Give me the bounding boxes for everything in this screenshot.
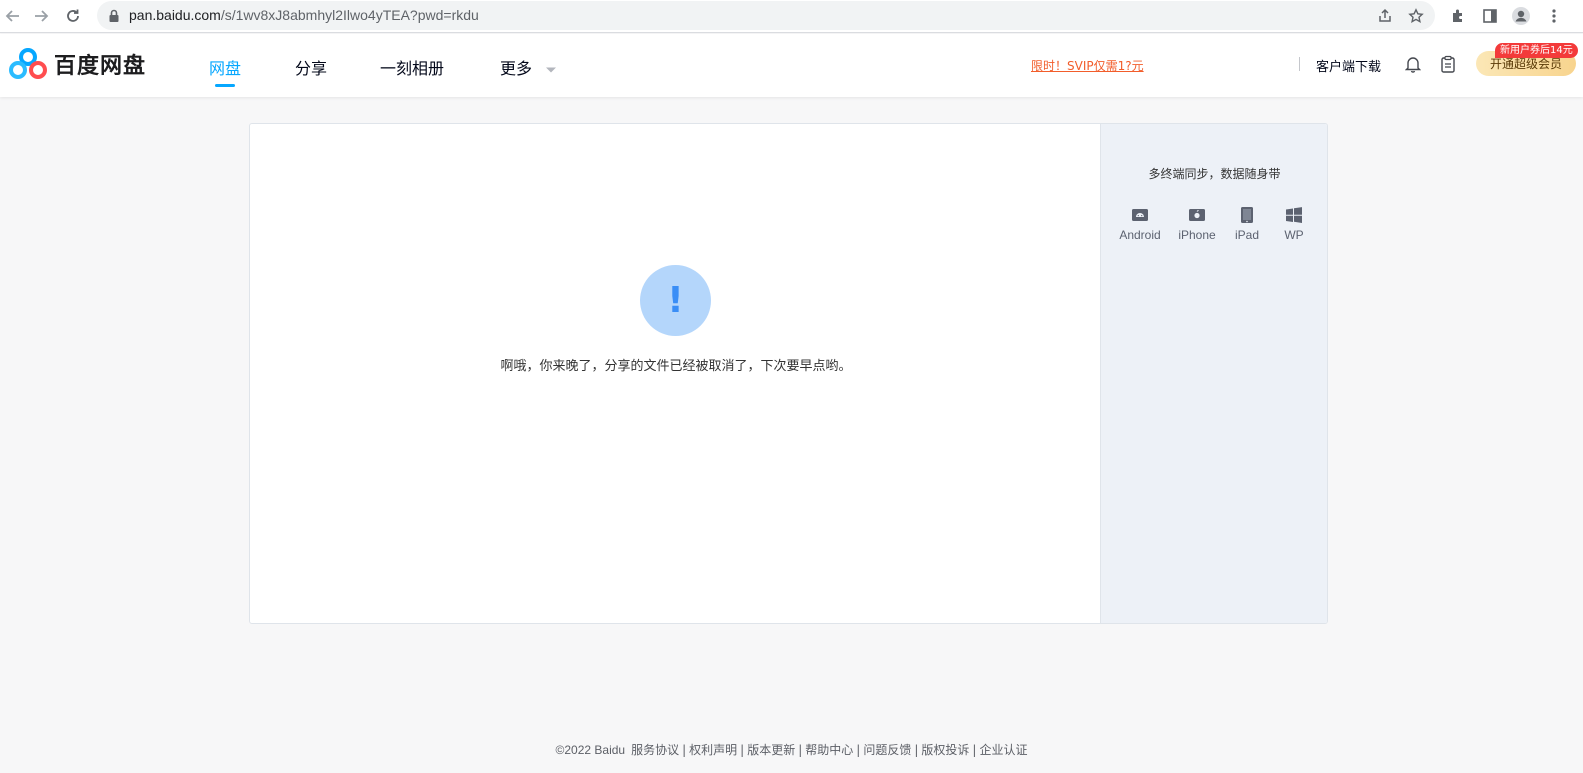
logo-text: 百度网盘 xyxy=(54,54,147,79)
nav-more[interactable]: 更多 xyxy=(500,55,557,79)
footer-separator: | xyxy=(972,743,977,757)
copyright: ©2022 Baidu xyxy=(555,743,626,757)
url-text[interactable]: pan.baidu.com/s/1wv8xJ8abmhyl2Ilwo4yTEA?… xyxy=(129,7,479,23)
footer-separator: | xyxy=(798,743,803,757)
android-icon xyxy=(1110,206,1170,224)
share-icon[interactable] xyxy=(1374,5,1396,27)
nav-netdisk[interactable]: 网盘 xyxy=(209,55,241,79)
footer-link-rights[interactable]: 权利声明 xyxy=(689,743,737,757)
nav-share[interactable]: 分享 xyxy=(295,55,327,79)
reload-icon[interactable] xyxy=(62,5,84,27)
footer-link-enterprise-cert[interactable]: 企业认证 xyxy=(979,743,1027,757)
url-path: /s/1wv8xJ8abmhyl2Ilwo4yTEA?pwd=rkdu xyxy=(220,7,479,23)
site-header: 百度网盘 网盘 分享 一刻相册 更多 限时！SVIP仅需1?元 客户端下载 开通… xyxy=(0,34,1583,97)
warning-icon: ! xyxy=(640,265,711,336)
footer-separator: | xyxy=(914,743,919,757)
footer-link-help[interactable]: 帮助中心 xyxy=(805,743,853,757)
exclamation-icon: ! xyxy=(667,279,684,321)
platform-android[interactable]: Android xyxy=(1110,206,1170,242)
svip-promo-link[interactable]: 限时！SVIP仅需1?元 xyxy=(1031,57,1144,74)
url-host: pan.baidu.com xyxy=(129,7,221,23)
back-icon[interactable] xyxy=(2,5,24,27)
footer-link-version[interactable]: 版本更新 xyxy=(747,743,795,757)
client-download-link[interactable]: 客户端下载 xyxy=(1316,56,1381,75)
platform-wp[interactable]: WP xyxy=(1264,206,1324,242)
profile-avatar-icon[interactable] xyxy=(1510,5,1532,27)
new-user-badge: 新用户券后14元 xyxy=(1495,43,1578,58)
footer-link-service-agreement[interactable]: 服务协议 xyxy=(631,743,679,757)
lock-icon[interactable] xyxy=(103,5,125,27)
nav-more-label: 更多 xyxy=(500,59,533,78)
share-cancelled-message: 啊哦，你来晚了，分享的文件已经被取消了，下次要早点哟。 xyxy=(500,359,852,374)
multi-device-panel: 多终端同步，数据随身带 Android iPhone iPad WP xyxy=(1100,124,1327,623)
chevron-down-icon xyxy=(546,67,557,72)
windows-icon xyxy=(1264,206,1324,224)
nav-active-indicator xyxy=(215,84,235,87)
nav-yike-album[interactable]: 一刻相册 xyxy=(380,55,444,79)
clipboard-task-icon[interactable] xyxy=(1438,53,1458,75)
bell-icon[interactable] xyxy=(1403,53,1423,75)
address-bar[interactable]: pan.baidu.com/s/1wv8xJ8abmhyl2Ilwo4yTEA?… xyxy=(97,1,1435,30)
footer-separator: | xyxy=(740,743,745,757)
platform-wp-label: WP xyxy=(1284,228,1304,242)
share-result-card: ! 啊哦，你来晚了，分享的文件已经被取消了，下次要早点哟。 多终端同步，数据随身… xyxy=(249,123,1328,624)
footer-separator: | xyxy=(856,743,861,757)
extensions-icon[interactable] xyxy=(1447,5,1469,27)
footer-link-feedback[interactable]: 问题反馈 xyxy=(863,743,911,757)
browser-toolbar: pan.baidu.com/s/1wv8xJ8abmhyl2Ilwo4yTEA?… xyxy=(0,0,1583,33)
footer-separator: | xyxy=(682,743,687,757)
platform-android-label: Android xyxy=(1119,228,1161,242)
side-panel-icon[interactable] xyxy=(1479,5,1501,27)
forward-icon[interactable] xyxy=(30,5,52,27)
browser-menu-icon[interactable] xyxy=(1543,5,1565,27)
header-divider xyxy=(1299,57,1300,71)
cloud-logo-icon xyxy=(9,48,47,79)
footer-link-copyright-complaint[interactable]: 版权投诉 xyxy=(921,743,969,757)
page-footer: ©2022 Baidu 服务协议 | 权利声明 | 版本更新 | 帮助中心 | 问题反馈 | 版权投诉… xyxy=(0,741,1583,758)
bookmark-star-icon[interactable] xyxy=(1405,5,1427,27)
side-panel-title: 多终端同步，数据随身带 xyxy=(1148,167,1281,181)
baidu-pan-logo[interactable]: 百度网盘 xyxy=(8,47,146,81)
